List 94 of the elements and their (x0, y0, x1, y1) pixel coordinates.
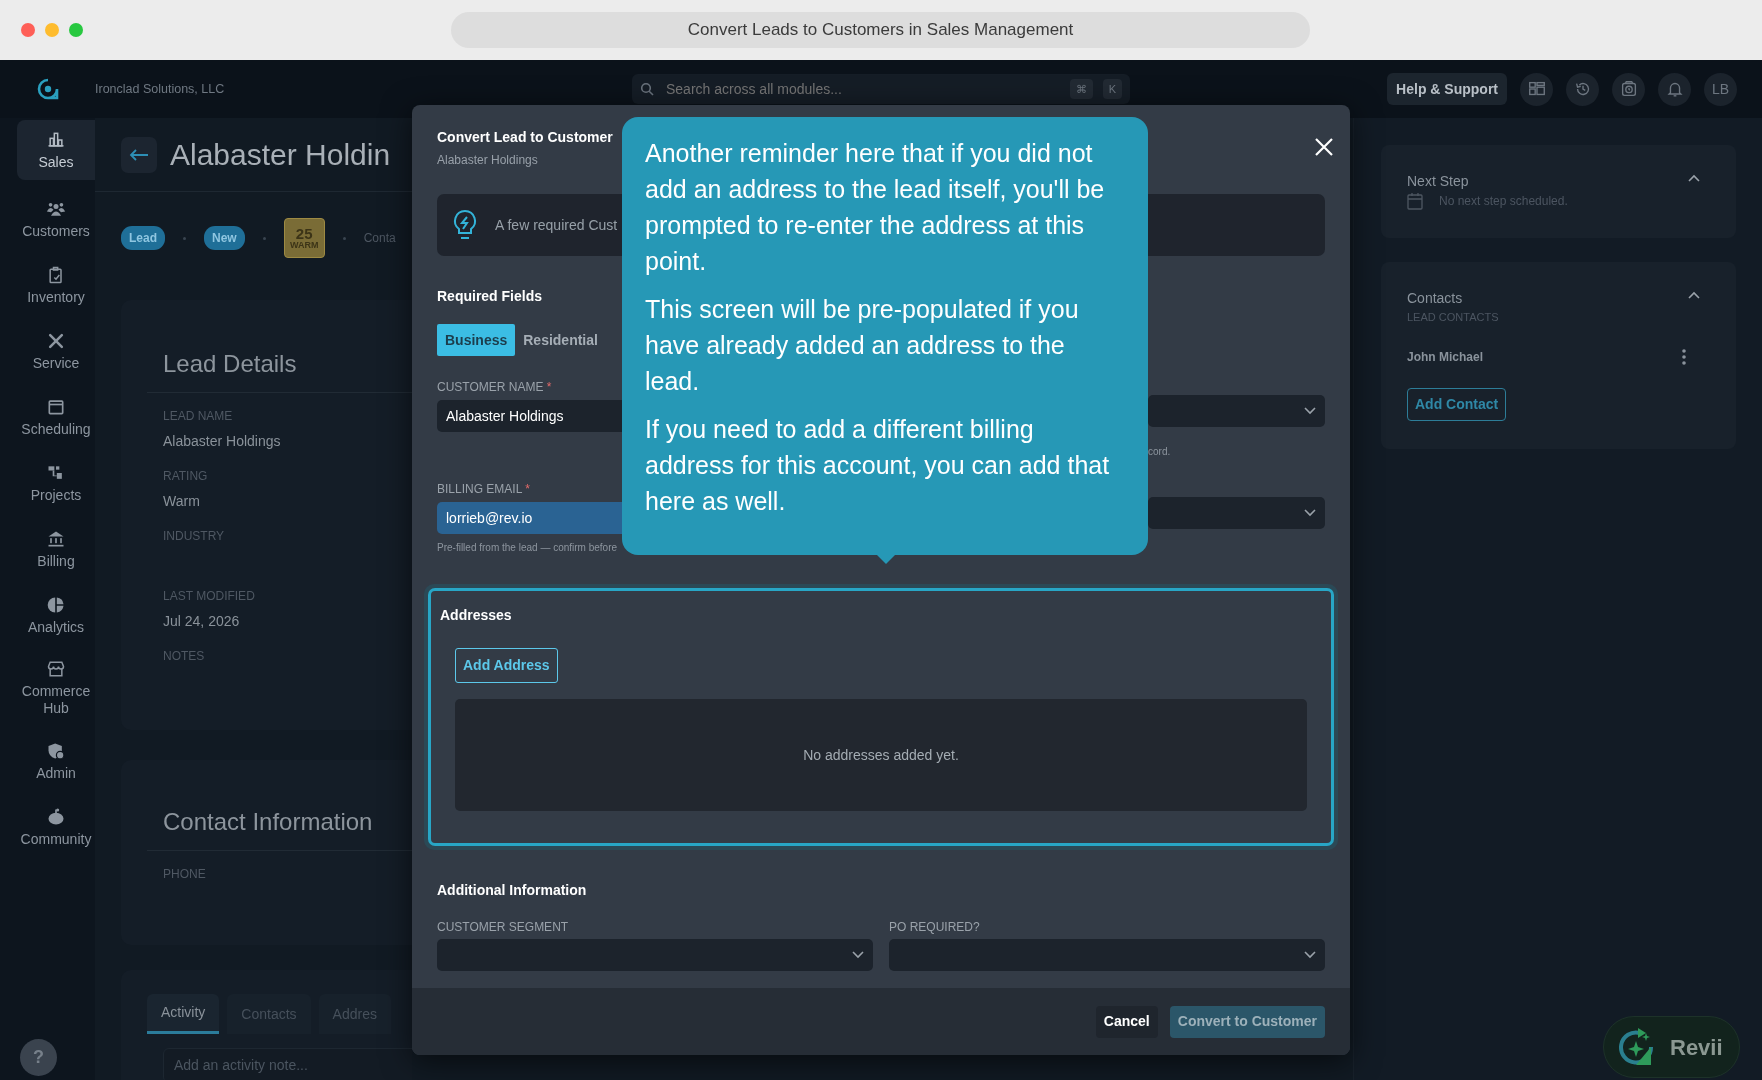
avatar[interactable]: LB (1704, 72, 1737, 106)
close-icon (1314, 137, 1334, 157)
status-badge: New (204, 226, 245, 250)
select-field[interactable] (1148, 395, 1325, 427)
card-title: Contact Information (163, 807, 374, 837)
modal-subtitle: Alabaster Holdings (437, 152, 539, 169)
sidebar-item[interactable]: Billing (17, 516, 95, 582)
helper-text: cord. (1148, 445, 1171, 458)
back-arrow-icon (129, 148, 149, 161)
sidebar-item[interactable]: Analytics (17, 582, 95, 648)
collapse-toggle[interactable] (1688, 174, 1700, 182)
timer-button[interactable] (1612, 72, 1645, 106)
sidebar-item[interactable]: Sales (17, 120, 95, 180)
field-label: PO REQUIRED? (889, 919, 981, 935)
score-label: WARM (289, 241, 319, 250)
tooltip-text: Another reminder here that if you did not add an address to the lead itself, you'll be prompted to re-enter the address at this point. (645, 138, 1106, 277)
calendar-icon (1407, 192, 1423, 210)
sidebar-item[interactable]: Inventory (17, 252, 95, 318)
sidebar-item[interactable]: Scheduling (17, 384, 95, 450)
select-field[interactable] (889, 939, 1325, 971)
tooltip-text: This screen will be pre-populated if you have already added an address to the lead. (645, 294, 1080, 397)
field-label: LEAD NAME (163, 408, 234, 425)
add-contact-button[interactable]: Add Contact (1407, 387, 1507, 421)
back-button[interactable] (121, 136, 157, 173)
sidebar-item[interactable]: Admin (17, 728, 95, 794)
field-label: PHONE (163, 866, 207, 883)
section-title: Additional Information (437, 881, 587, 900)
chevron-up-icon (1688, 291, 1700, 299)
close-window-icon[interactable] (21, 23, 35, 37)
field-value: Jul 24, 2026 (163, 612, 241, 631)
shortcut-key: ⌘ (1069, 78, 1093, 100)
more-button[interactable] (1682, 348, 1686, 365)
chevron-up-icon (1688, 174, 1700, 182)
search-icon (640, 82, 654, 96)
dashboard-button[interactable] (1520, 72, 1553, 106)
chevron-down-icon (1304, 951, 1316, 959)
panel-title: Contacts (1407, 289, 1464, 308)
kebab-icon (1682, 348, 1686, 365)
empty-text: No addresses added yet. (803, 745, 959, 765)
logo-icon (36, 78, 59, 100)
chevron-down-icon (1304, 509, 1316, 517)
field-value: Alabaster Holdings (163, 432, 282, 451)
sparkle-icon (1618, 1027, 1656, 1067)
close-button[interactable] (1314, 137, 1334, 157)
field-label: CUSTOMER NAME * (437, 379, 552, 395)
cancel-button[interactable]: Cancel (1095, 1005, 1158, 1038)
shortcut-key: K (1102, 78, 1122, 100)
info-text: A few required Cust (495, 215, 618, 235)
type-tab[interactable]: Business (437, 324, 516, 356)
assistant-button[interactable]: Revii (1603, 1016, 1740, 1078)
tooltip-text: If you need to add a different billing address for this account, you can add that here as well. (645, 414, 1111, 517)
chevron-down-icon (852, 951, 864, 959)
score-value: 25 (295, 226, 313, 241)
field-label: BILLING EMAIL * (437, 481, 530, 497)
notifications-button[interactable] (1658, 72, 1691, 106)
field-label: RATING (163, 468, 209, 485)
card-title: Lead Details (163, 349, 298, 379)
window-title: Convert Leads to Customers in Sales Management (451, 12, 1310, 48)
field-label: CUSTOMER SEGMENT (437, 919, 570, 935)
note-field[interactable]: Add an activity note... (163, 1048, 412, 1080)
chevron-down-icon (1304, 407, 1316, 415)
company-name: Ironclad Solutions, LLC (95, 80, 226, 98)
page-title: Alabaster Holdin (170, 137, 391, 173)
sidebar-item[interactable]: Customers (17, 186, 95, 252)
help-button[interactable]: Help & Support (1387, 73, 1507, 105)
tab[interactable]: Activity (147, 994, 220, 1034)
separator-dot (183, 236, 186, 240)
status-badge: Lead (121, 226, 165, 250)
sidebar-item[interactable]: Community (17, 794, 95, 860)
sidebar-item[interactable]: Commerce Hub (17, 648, 95, 728)
select-field[interactable] (437, 939, 873, 971)
select-field[interactable] (1148, 497, 1325, 529)
lightbulb-icon (451, 209, 479, 241)
field-label: INDUSTRY (163, 528, 226, 545)
search-field[interactable]: Search across all modules... (664, 77, 1060, 101)
field-value: Warm (163, 492, 201, 511)
separator-dot (262, 236, 266, 240)
field-label: LAST MODIFIED (163, 588, 256, 605)
modal-title: Convert Lead to Customer (437, 128, 613, 147)
collapse-toggle[interactable] (1688, 291, 1700, 299)
sidebar-item[interactable]: Service (17, 318, 95, 384)
contact-name: John Michael (1407, 348, 1483, 366)
convert-button[interactable]: Convert to Customer (1169, 1005, 1325, 1038)
type-tab[interactable]: Residential (515, 324, 606, 356)
sidebar-item[interactable]: Projects (17, 450, 95, 516)
history-button[interactable] (1566, 72, 1599, 106)
separator-dot (342, 236, 346, 240)
section-title: Required Fields (437, 287, 543, 306)
meta-text: Conta (363, 230, 396, 247)
add-address-button[interactable]: Add Address (455, 648, 558, 683)
section-title: Addresses (440, 606, 513, 625)
panel-title: Next Step (1407, 172, 1470, 191)
helper-text: Pre-filled from the lead — confirm before (437, 541, 618, 554)
field-label: NOTES (163, 648, 206, 665)
